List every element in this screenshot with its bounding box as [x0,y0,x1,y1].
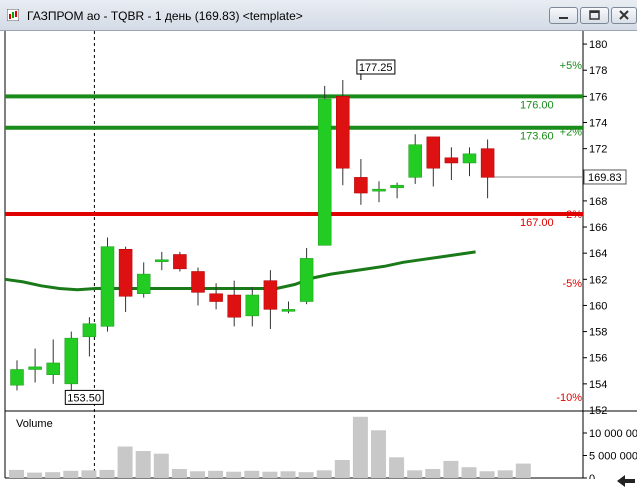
candle-body[interactable] [82,323,97,338]
volume-bar [425,469,441,478]
volume-bar [515,463,531,478]
volume-bar [316,470,332,478]
percent-label: -5% [562,278,582,290]
maximize-icon [589,10,600,20]
candle-body[interactable] [263,280,278,310]
volume-bar [280,471,296,478]
price-tick-label: 176 [589,91,607,103]
volume-bar [262,471,278,478]
candle-body[interactable] [245,294,260,317]
candle-body[interactable] [299,258,314,302]
volume-bar [226,471,242,478]
candle-body[interactable] [64,337,79,385]
price-tick-label: 172 [589,144,607,156]
candle-body[interactable] [100,246,115,327]
percent-label: -10% [556,392,582,404]
window-title: ГАЗПРОМ ао - TQBR - 1 день (169.83) <tem… [27,9,303,23]
volume-label: Volume [16,418,53,430]
level-label: 173.60 [520,131,554,143]
close-icon [619,10,629,20]
volume-bar [407,470,423,478]
price-chart[interactable]: 1801781761741721701681661641621601581561… [0,31,637,479]
volume-bar [45,472,61,478]
price-tick-label: 154 [589,379,607,391]
price-tick-label: 156 [589,353,607,365]
candle-body[interactable] [10,369,24,386]
candle-body[interactable] [191,271,205,293]
close-button[interactable] [611,7,637,24]
candle-body[interactable] [136,273,151,294]
minimize-icon [559,17,568,19]
candle-body[interactable] [118,249,133,297]
level-label: 176.00 [520,99,554,111]
maximize-button[interactable] [580,7,609,24]
candle-body[interactable] [155,259,169,262]
percent-label: -2% [562,209,582,221]
volume-tick-label: 5 000 000 [589,451,637,463]
volume-bar [9,469,24,478]
volume-bar [27,472,43,478]
scroll-left-button[interactable] [613,472,637,490]
candle-body[interactable] [46,362,60,375]
percent-label: +2% [560,127,583,139]
price-tick-label: 152 [589,405,607,417]
candle-body[interactable] [462,153,477,164]
candle-body[interactable] [390,184,404,189]
candle-body[interactable] [426,136,441,169]
volume-bar [63,470,79,478]
window-titlebar: ГАЗПРОМ ао - TQBR - 1 день (169.83) <tem… [0,0,637,31]
price-tick-label: 162 [589,274,607,286]
candle-body[interactable] [372,188,386,192]
price-tick-label: 166 [589,222,607,234]
volume-bar [461,467,477,478]
price-tick-label: 164 [589,248,607,260]
candle-body[interactable] [173,254,187,270]
volume-bar [190,471,205,478]
volume-tick-label: 0 [589,473,595,479]
volume-bar [244,470,260,478]
volume-bar [497,470,513,478]
price-tick-label: 158 [589,327,607,339]
volume-bar [371,430,386,478]
current-price-label: 169.83 [588,172,622,184]
candle-body[interactable] [227,294,241,318]
volume-bar [171,469,187,478]
candle-body[interactable] [354,177,368,194]
volume-bar [99,469,115,478]
volume-bar [153,453,169,478]
candle-body[interactable] [480,148,495,178]
annotation-label: 177.25 [359,62,393,74]
volume-bar [117,446,133,478]
annotation-label: 153.50 [67,392,101,404]
volume-bar [135,451,151,478]
app-icon [7,9,19,21]
candle-body[interactable] [336,96,350,169]
volume-bar [81,470,97,478]
volume-bar [208,470,224,478]
candle-body[interactable] [281,309,296,312]
candle-body[interactable] [408,144,422,178]
candle-body[interactable] [317,98,332,246]
candle-body[interactable] [444,157,459,164]
volume-bar [389,457,405,478]
price-tick-label: 178 [589,65,607,77]
volume-bar [479,471,495,478]
level-label: 167.00 [520,217,554,229]
price-tick-label: 160 [589,300,607,312]
percent-label: +5% [560,60,583,72]
volume-bar [334,460,350,478]
volume-bar [352,416,368,478]
candle-body[interactable] [209,293,223,302]
candle-body[interactable] [28,366,42,370]
volume-tick-label: 10 000 000 [589,428,637,440]
volume-bar [443,460,459,478]
minimize-button[interactable] [549,7,578,24]
price-tick-label: 168 [589,196,607,208]
price-tick-label: 180 [589,39,607,51]
volume-bar [298,472,314,478]
price-tick-label: 174 [589,117,607,129]
